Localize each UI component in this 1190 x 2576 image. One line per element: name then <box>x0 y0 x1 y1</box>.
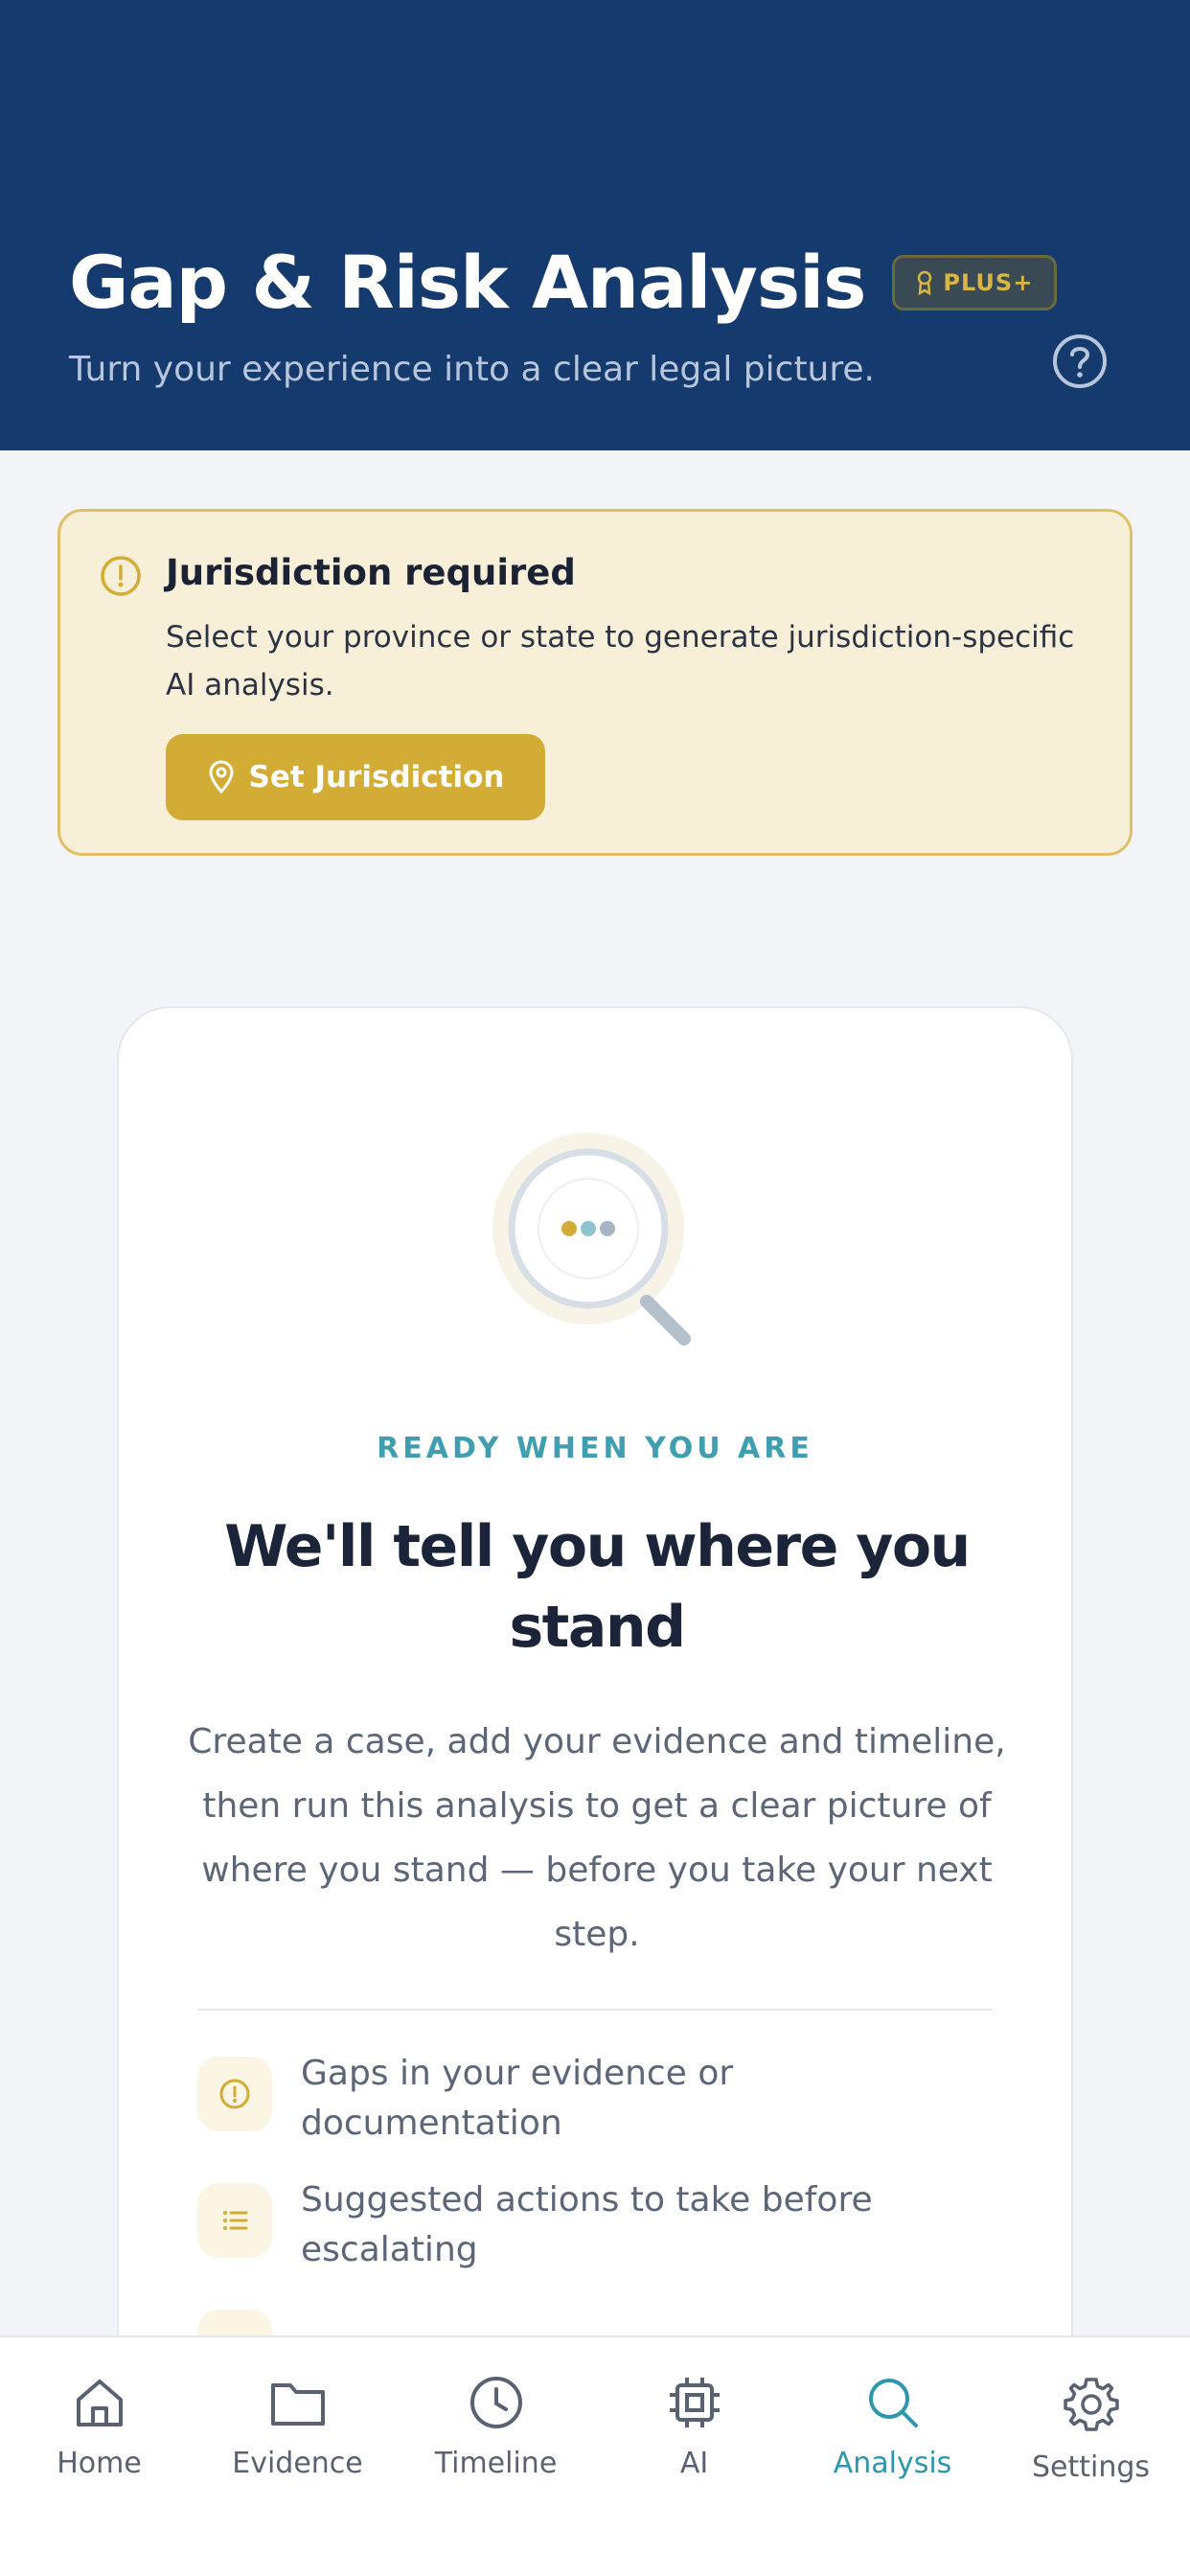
feature-text: Gaps in your evidence or documentation <box>301 2054 734 2143</box>
alert-body: Select your province or state to generat… <box>166 620 1075 702</box>
chip-icon <box>669 2378 720 2427</box>
card-heading: We'll tell you where you stand <box>224 1513 971 1661</box>
page-subtitle: Turn your experience into a clear legal … <box>69 350 875 389</box>
tab-ai-label: AI <box>679 2447 709 2480</box>
tab-analysis[interactable]: Analysis <box>793 2357 992 2500</box>
plus-badge: PLUS+ <box>892 254 1058 310</box>
set-jurisdiction-button[interactable]: Set Jurisdiction <box>166 734 545 820</box>
feature-item: Suggested actions to take before escalat… <box>197 2175 993 2275</box>
tab-home-label: Home <box>57 2447 142 2480</box>
tab-timeline-label: Timeline <box>434 2447 558 2480</box>
title-row: Gap & Risk Analysis PLUS+ <box>69 240 1058 325</box>
tab-settings-label: Settings <box>1031 2450 1151 2484</box>
tab-home[interactable]: Home <box>0 2357 198 2500</box>
tab-ai[interactable]: AI <box>595 2357 793 2500</box>
card-description: Create a case, add your evidence and tim… <box>188 1722 1006 1954</box>
folder-icon <box>270 2383 325 2426</box>
bottom-tab-bar: Home Evidence Timeline AI Analysis Setti… <box>0 2335 1190 2576</box>
tab-evidence-label: Evidence <box>232 2447 363 2480</box>
divider <box>197 2009 993 2011</box>
jurisdiction-alert: Jurisdiction required Select your provin… <box>57 509 1133 856</box>
feature-text: Suggested actions to take before escalat… <box>301 2180 873 2269</box>
alert-circle-icon <box>197 2057 272 2131</box>
magnifier-illustration <box>492 1133 691 1346</box>
tab-evidence[interactable]: Evidence <box>198 2357 397 2500</box>
home-icon <box>76 2380 123 2426</box>
tab-timeline[interactable]: Timeline <box>397 2357 595 2500</box>
plus-badge-label: PLUS+ <box>943 268 1034 296</box>
eyebrow-label: READY WHEN YOU ARE <box>377 1432 813 1465</box>
tab-analysis-label: Analysis <box>833 2447 952 2480</box>
gear-icon <box>1063 2378 1119 2431</box>
tab-settings[interactable]: Settings <box>992 2357 1190 2500</box>
location-pin-icon <box>209 760 234 794</box>
question-circle-icon[interactable] <box>1051 333 1109 390</box>
feature-item: Gaps in your evidence or documentation <box>197 2049 993 2149</box>
search-icon <box>868 2379 918 2427</box>
set-jurisdiction-label: Set Jurisdiction <box>248 760 505 794</box>
warning-circle-icon <box>101 556 141 596</box>
alert-title: Jurisdiction required <box>166 552 576 593</box>
page-header: Gap & Risk Analysis PLUS+ Turn your expe… <box>0 0 1190 450</box>
list-icon <box>197 2183 272 2258</box>
page-title: Gap & Risk Analysis <box>69 240 866 325</box>
award-icon <box>918 270 932 295</box>
clock-icon <box>469 2377 522 2428</box>
